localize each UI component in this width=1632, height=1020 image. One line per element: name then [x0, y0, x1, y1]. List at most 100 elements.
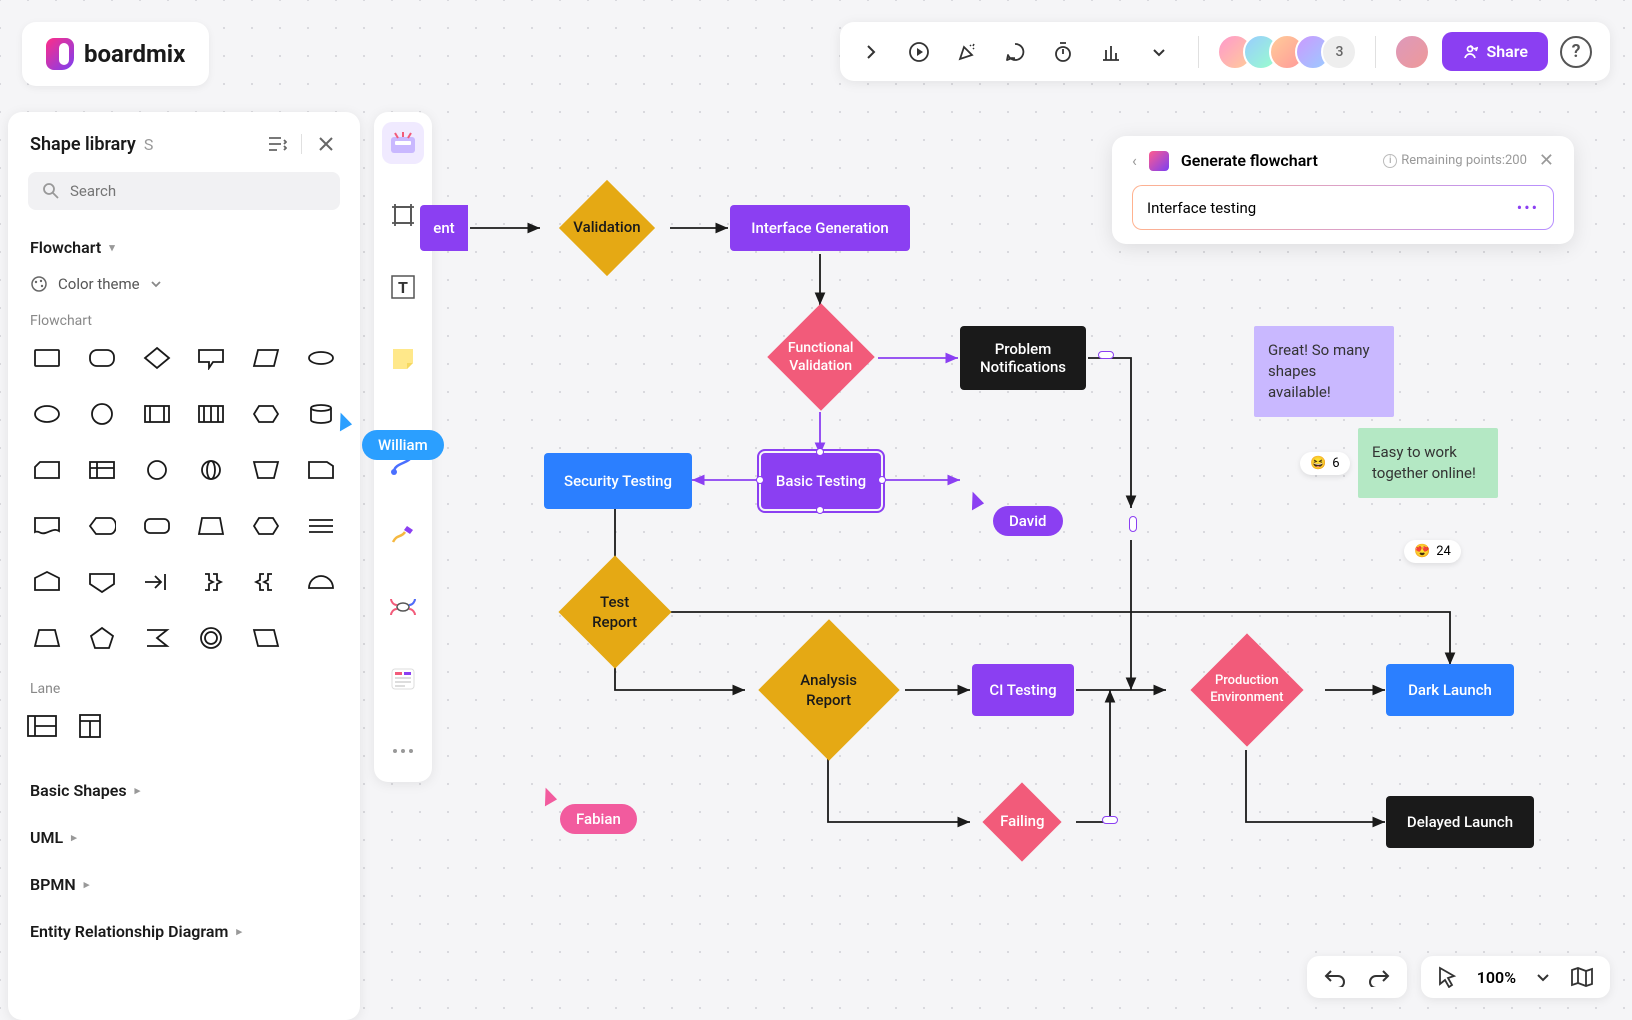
- shape-roundrect2[interactable]: [135, 507, 178, 545]
- timer-icon[interactable]: [1050, 39, 1076, 65]
- connector-pill[interactable]: [1098, 351, 1114, 359]
- node-ci-testing[interactable]: CI Testing: [972, 664, 1074, 716]
- share-button[interactable]: Share: [1442, 32, 1548, 71]
- redo-button[interactable]: [1367, 967, 1391, 987]
- category-erd[interactable]: Entity Relationship Diagram▸: [8, 908, 360, 955]
- reaction-badge-1[interactable]: 😆6: [1300, 452, 1350, 475]
- divider: [1198, 36, 1199, 68]
- tool-frame[interactable]: [382, 194, 424, 236]
- shape-lane-vertical[interactable]: [76, 707, 108, 745]
- shape-ellipse-flat[interactable]: [299, 339, 342, 377]
- shape-hexagon2[interactable]: [245, 507, 288, 545]
- pointer-tool-icon[interactable]: [1437, 966, 1457, 988]
- ai-title: Generate flowchart: [1181, 151, 1371, 170]
- node-delayed-launch[interactable]: Delayed Launch: [1386, 796, 1534, 848]
- shape-circle2[interactable]: [135, 451, 178, 489]
- tool-sticky[interactable]: [382, 338, 424, 380]
- shape-roundrect[interactable]: [81, 339, 124, 377]
- shape-callout[interactable]: [190, 339, 233, 377]
- top-bar: 3 Share ?: [840, 22, 1610, 81]
- node-interface-generation[interactable]: Interface Generation: [730, 205, 910, 251]
- sticky-note-2[interactable]: Easy to work together online!: [1358, 428, 1498, 498]
- shape-predefined[interactable]: [135, 395, 178, 433]
- logo-icon: [46, 38, 74, 70]
- shape-document[interactable]: [26, 507, 69, 545]
- tool-more[interactable]: [382, 730, 424, 772]
- shape-bracket-right[interactable]: [190, 563, 233, 601]
- category-bpmn[interactable]: BPMN▸: [8, 861, 360, 908]
- node-security-testing[interactable]: Security Testing: [544, 453, 692, 509]
- node-ent[interactable]: ent: [420, 205, 468, 251]
- undo-button[interactable]: [1323, 967, 1347, 987]
- shape-lines[interactable]: [299, 507, 342, 545]
- shape-hexagon[interactable]: [245, 395, 288, 433]
- ai-close-icon[interactable]: ✕: [1539, 150, 1554, 171]
- ai-back-icon[interactable]: ‹: [1132, 151, 1137, 170]
- group-select[interactable]: Flowchart▾: [8, 230, 360, 265]
- search-input[interactable]: [28, 172, 340, 210]
- shape-trapezoid[interactable]: [245, 451, 288, 489]
- ai-logo-icon: [1149, 151, 1169, 171]
- shape-double-circle[interactable]: [190, 619, 233, 657]
- connector-pill[interactable]: [1129, 516, 1137, 532]
- chevron-right-icon[interactable]: [858, 39, 884, 65]
- node-dark-launch[interactable]: Dark Launch: [1386, 664, 1514, 716]
- list-toggle-icon[interactable]: [265, 132, 289, 156]
- shape-manual-input[interactable]: [299, 451, 342, 489]
- zoom-chevron-icon[interactable]: [1536, 970, 1550, 984]
- map-icon[interactable]: [1570, 966, 1594, 988]
- tool-text[interactable]: T: [382, 266, 424, 308]
- shape-parallelogram[interactable]: [245, 339, 288, 377]
- category-basic-shapes[interactable]: Basic Shapes▸: [8, 767, 360, 814]
- shape-shield[interactable]: [81, 563, 124, 601]
- ai-input[interactable]: •••: [1132, 185, 1554, 230]
- connector-pill[interactable]: [1102, 816, 1118, 824]
- comment-icon[interactable]: [1002, 39, 1028, 65]
- shape-card[interactable]: [26, 451, 69, 489]
- celebrate-icon[interactable]: [954, 39, 980, 65]
- close-icon[interactable]: [314, 132, 338, 156]
- current-user-avatar[interactable]: [1394, 34, 1430, 70]
- shape-bracket-left[interactable]: [245, 563, 288, 601]
- shape-diamond[interactable]: [135, 339, 178, 377]
- shape-or[interactable]: [190, 451, 233, 489]
- node-problem-notifications[interactable]: Problem Notifications: [960, 326, 1086, 390]
- shape-lane-horizontal[interactable]: [26, 707, 58, 745]
- search-field[interactable]: [70, 182, 326, 200]
- shape-pentagon-up[interactable]: [26, 563, 69, 601]
- sticky-note-1[interactable]: Great! So many shapes available!: [1254, 326, 1394, 417]
- tool-pen[interactable]: [382, 514, 424, 556]
- category-uml[interactable]: UML▸: [8, 814, 360, 861]
- collaborator-avatars[interactable]: 3: [1217, 34, 1357, 70]
- shape-trapezoid3[interactable]: [26, 619, 69, 657]
- share-icon: [1462, 44, 1478, 60]
- chart-icon[interactable]: [1098, 39, 1124, 65]
- color-theme-select[interactable]: Color theme: [8, 265, 360, 309]
- zoom-level[interactable]: 100%: [1477, 968, 1516, 987]
- shape-ellipse[interactable]: [26, 395, 69, 433]
- shape-semicircle[interactable]: [299, 563, 342, 601]
- cursor-david: David: [993, 506, 1063, 536]
- shape-circle[interactable]: [81, 395, 124, 433]
- tool-table[interactable]: [382, 658, 424, 700]
- shape-rectangle[interactable]: [26, 339, 69, 377]
- shape-sum[interactable]: [135, 619, 178, 657]
- help-button[interactable]: ?: [1560, 36, 1592, 68]
- shape-parallelogram2[interactable]: [245, 619, 288, 657]
- node-basic-testing[interactable]: Basic Testing: [761, 453, 881, 509]
- shape-display[interactable]: [81, 507, 124, 545]
- shape-internal-storage[interactable]: [190, 395, 233, 433]
- tool-templates[interactable]: [382, 122, 424, 164]
- brand-logo[interactable]: boardmix: [22, 22, 209, 86]
- shape-table[interactable]: [81, 451, 124, 489]
- ai-input-field[interactable]: [1147, 199, 1517, 217]
- shape-pentagon[interactable]: [81, 619, 124, 657]
- shape-trapezoid2[interactable]: [190, 507, 233, 545]
- tool-mindmap[interactable]: [382, 586, 424, 628]
- flowchart-section-label: Flowchart: [8, 309, 360, 339]
- reaction-badge-2[interactable]: 😍24: [1404, 540, 1461, 563]
- shape-arrow-right[interactable]: [135, 563, 178, 601]
- avatar-overflow[interactable]: 3: [1321, 34, 1357, 70]
- more-chevron-icon[interactable]: [1146, 39, 1172, 65]
- play-icon[interactable]: [906, 39, 932, 65]
